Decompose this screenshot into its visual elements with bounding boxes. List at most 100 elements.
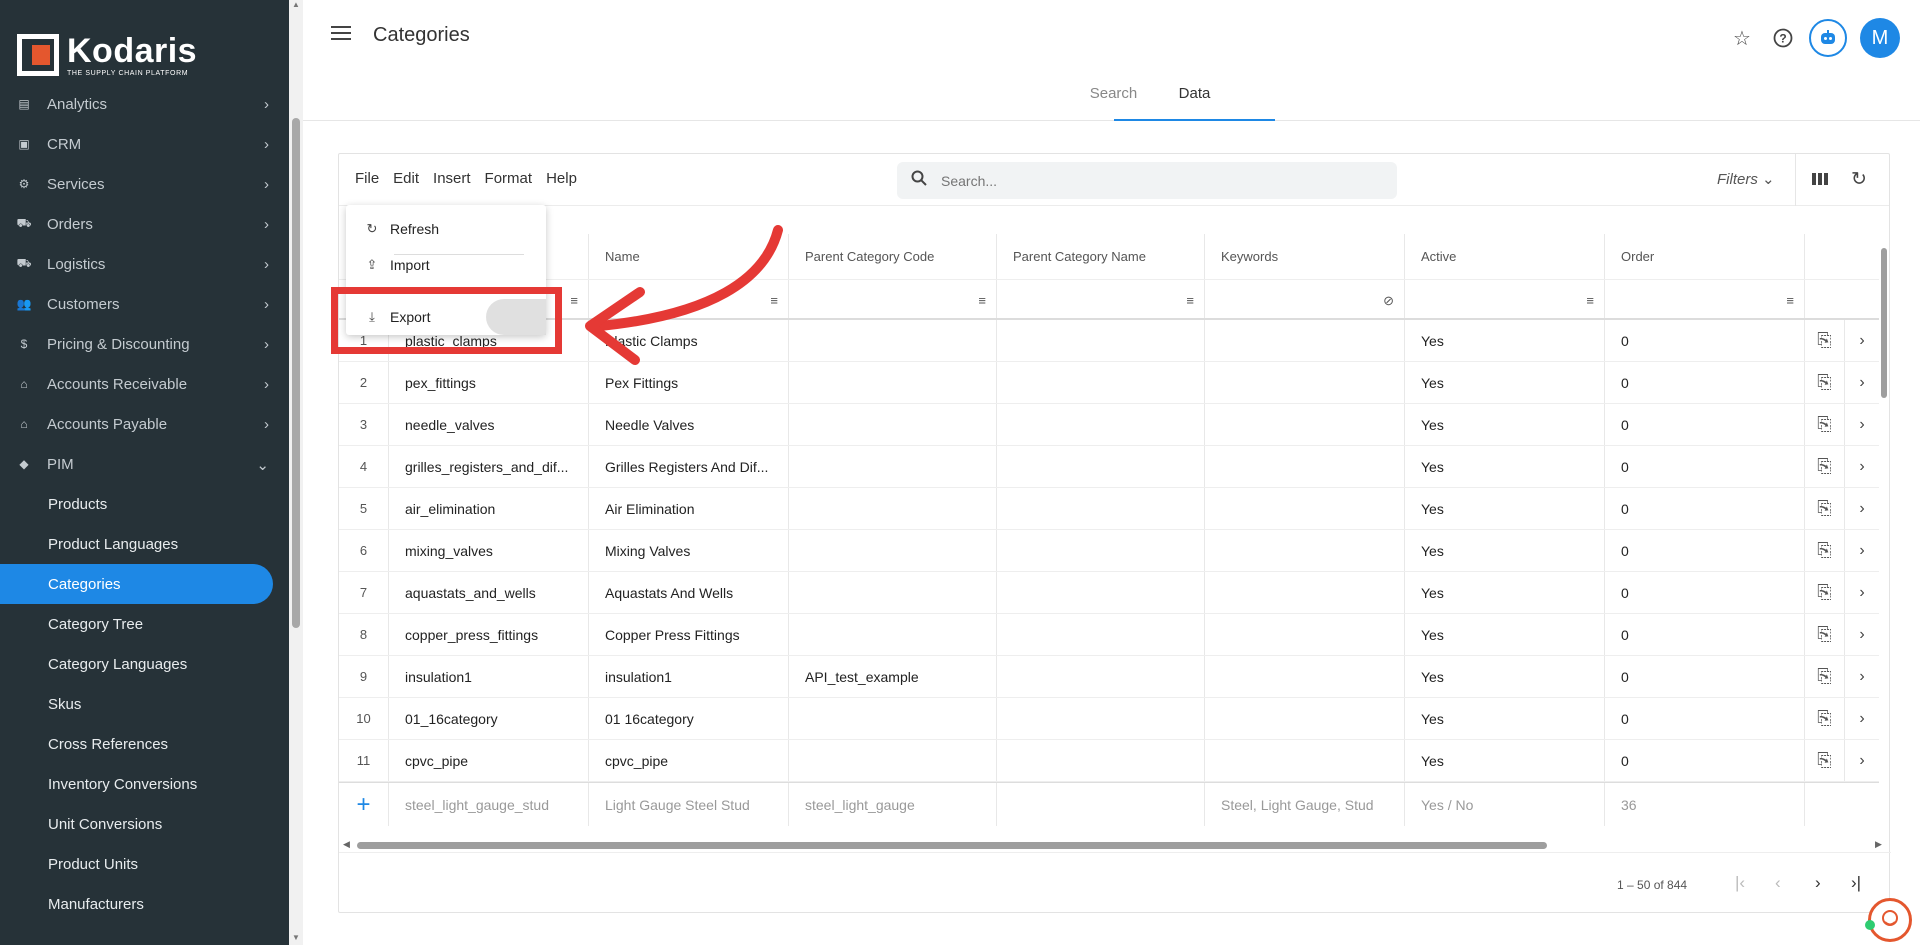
assistant-bot-icon[interactable] xyxy=(1809,19,1847,57)
chevron-right-icon[interactable]: › xyxy=(1845,488,1879,529)
sidebar-item-product-languages[interactable]: Product Languages xyxy=(0,524,289,564)
column-filter[interactable]: ≡ xyxy=(1605,280,1805,318)
table-cell-order[interactable]: 0 xyxy=(1605,530,1805,571)
menu-item-refresh[interactable]: ↻ Refresh xyxy=(346,211,546,247)
table-cell-parent-name[interactable] xyxy=(997,656,1205,697)
table-cell-parent-code[interactable] xyxy=(789,530,997,571)
table-cell-order[interactable]: 0 xyxy=(1605,656,1805,697)
row-number[interactable]: 9 xyxy=(339,656,389,697)
attachment-icon[interactable]: ⎘ xyxy=(1805,656,1845,697)
table-cell-active[interactable]: Yes xyxy=(1405,404,1605,445)
chevron-right-icon[interactable]: › xyxy=(1845,446,1879,487)
table-cell-keywords[interactable] xyxy=(1205,698,1405,739)
sidebar-item-pim[interactable]: ◆ PIM ⌄ xyxy=(0,444,289,484)
sidebar-item-analytics[interactable]: ▤ Analytics › xyxy=(0,84,289,124)
table-cell-parent-code[interactable] xyxy=(789,488,997,529)
table-cell-keywords[interactable] xyxy=(1205,530,1405,571)
table-cell-code[interactable]: insulation1 xyxy=(389,656,589,697)
help-icon[interactable]: ? xyxy=(1765,20,1801,56)
chevron-right-icon[interactable]: › xyxy=(1845,530,1879,571)
table-cell-order[interactable]: 0 xyxy=(1605,446,1805,487)
table-cell-name[interactable]: Copper Press Fittings xyxy=(589,614,789,655)
table-cell-name[interactable]: Aquastats And Wells xyxy=(589,572,789,613)
refresh-icon[interactable]: ↻ xyxy=(1851,168,1867,191)
brand-logo[interactable]: Kodaris THE SUPPLY CHAIN PLATFORM xyxy=(17,34,197,77)
column-filter[interactable]: ⊘ xyxy=(1205,280,1405,318)
new-row-placeholder-parent-code[interactable]: steel_light_gauge xyxy=(789,783,997,826)
table-cell-code[interactable]: grilles_registers_and_dif... xyxy=(389,446,589,487)
menu-help[interactable]: Help xyxy=(546,170,577,187)
prev-page-icon[interactable]: ‹ xyxy=(1775,873,1781,893)
table-cell-parent-code[interactable] xyxy=(789,446,997,487)
chevron-right-icon[interactable]: › xyxy=(1845,698,1879,739)
sidebar-item-orders[interactable]: ⛟ Orders › xyxy=(0,204,289,244)
table-cell-code[interactable]: 01_16category xyxy=(389,698,589,739)
attachment-icon[interactable]: ⎘ xyxy=(1805,488,1845,529)
add-row-icon[interactable]: + xyxy=(339,783,389,826)
table-cell-active[interactable]: Yes xyxy=(1405,740,1605,781)
attachment-icon[interactable]: ⎘ xyxy=(1805,614,1845,655)
table-cell-order[interactable]: 0 xyxy=(1605,614,1805,655)
table-cell-code[interactable]: aquastats_and_wells xyxy=(389,572,589,613)
grid-hscroll-thumb[interactable] xyxy=(357,842,1547,849)
column-header[interactable]: Keywords xyxy=(1205,234,1405,279)
table-cell-active[interactable]: Yes xyxy=(1405,320,1605,361)
menu-toggle-icon[interactable] xyxy=(331,26,351,40)
row-number[interactable]: 7 xyxy=(339,572,389,613)
sidebar-item-category-languages[interactable]: Category Languages xyxy=(0,644,289,684)
menu-file[interactable]: File xyxy=(355,170,379,187)
next-page-icon[interactable]: › xyxy=(1815,873,1821,893)
column-filter[interactable]: ≡ xyxy=(1405,280,1605,318)
table-cell-order[interactable]: 0 xyxy=(1605,740,1805,781)
filters-dropdown[interactable]: Filters ⌄ xyxy=(1717,170,1775,188)
table-cell-parent-name[interactable] xyxy=(997,698,1205,739)
avatar[interactable]: M xyxy=(1860,18,1900,58)
sidebar-item-services[interactable]: ⚙ Services › xyxy=(0,164,289,204)
scroll-right-icon[interactable]: ▶ xyxy=(1875,839,1882,850)
grid-vscroll-thumb[interactable] xyxy=(1881,248,1887,398)
scroll-left-icon[interactable]: ◀ xyxy=(343,839,350,850)
table-cell-name[interactable]: 01 16category xyxy=(589,698,789,739)
table-cell-code[interactable]: cpvc_pipe xyxy=(389,740,589,781)
table-row[interactable]: 6 mixing_valves Mixing Valves Yes 0 ⎘ › xyxy=(339,530,1879,572)
grid-horizontal-scrollbar[interactable]: ◀ ▶ xyxy=(339,839,1889,851)
table-cell-parent-name[interactable] xyxy=(997,530,1205,571)
column-header[interactable]: Order xyxy=(1605,234,1805,279)
grid-vertical-scrollbar[interactable] xyxy=(1879,234,1889,828)
table-cell-name[interactable]: Needle Valves xyxy=(589,404,789,445)
table-cell-parent-name[interactable] xyxy=(997,614,1205,655)
row-number[interactable]: 8 xyxy=(339,614,389,655)
table-cell-keywords[interactable] xyxy=(1205,404,1405,445)
column-header[interactable]: Parent Category Name xyxy=(997,234,1205,279)
table-row[interactable]: 10 01_16category 01 16category Yes 0 ⎘ › xyxy=(339,698,1879,740)
new-row-placeholder-parent-name[interactable] xyxy=(997,783,1205,826)
sidebar-item-logistics[interactable]: ⛟ Logistics › xyxy=(0,244,289,284)
search-input[interactable] xyxy=(941,162,1381,199)
table-cell-keywords[interactable] xyxy=(1205,656,1405,697)
table-cell-order[interactable]: 0 xyxy=(1605,404,1805,445)
sidebar-item-manufacturers[interactable]: Manufacturers xyxy=(0,884,289,924)
new-row-placeholder-active[interactable]: Yes / No xyxy=(1405,783,1605,826)
table-cell-active[interactable]: Yes xyxy=(1405,572,1605,613)
table-cell-active[interactable]: Yes xyxy=(1405,656,1605,697)
attachment-icon[interactable]: ⎘ xyxy=(1805,320,1845,361)
table-cell-name[interactable]: Air Elimination xyxy=(589,488,789,529)
row-number[interactable]: 5 xyxy=(339,488,389,529)
table-cell-keywords[interactable] xyxy=(1205,362,1405,403)
search-box[interactable] xyxy=(897,162,1397,199)
column-filter[interactable]: ≡ xyxy=(789,280,997,318)
chevron-right-icon[interactable]: › xyxy=(1845,320,1879,361)
sidebar-item-inventory-conversions[interactable]: Inventory Conversions xyxy=(0,764,289,804)
row-number[interactable]: 10 xyxy=(339,698,389,739)
chevron-right-icon[interactable]: › xyxy=(1845,404,1879,445)
table-cell-active[interactable]: Yes xyxy=(1405,614,1605,655)
attachment-icon[interactable]: ⎘ xyxy=(1805,404,1845,445)
chevron-right-icon[interactable]: › xyxy=(1845,614,1879,655)
table-cell-parent-code[interactable] xyxy=(789,362,997,403)
attachment-icon[interactable]: ⎘ xyxy=(1805,740,1845,781)
column-header[interactable]: Parent Category Code xyxy=(789,234,997,279)
sidebar-scroll-thumb[interactable] xyxy=(292,118,300,628)
table-cell-parent-name[interactable] xyxy=(997,404,1205,445)
table-cell-keywords[interactable] xyxy=(1205,740,1405,781)
sidebar-item-cross-references[interactable]: Cross References xyxy=(0,724,289,764)
